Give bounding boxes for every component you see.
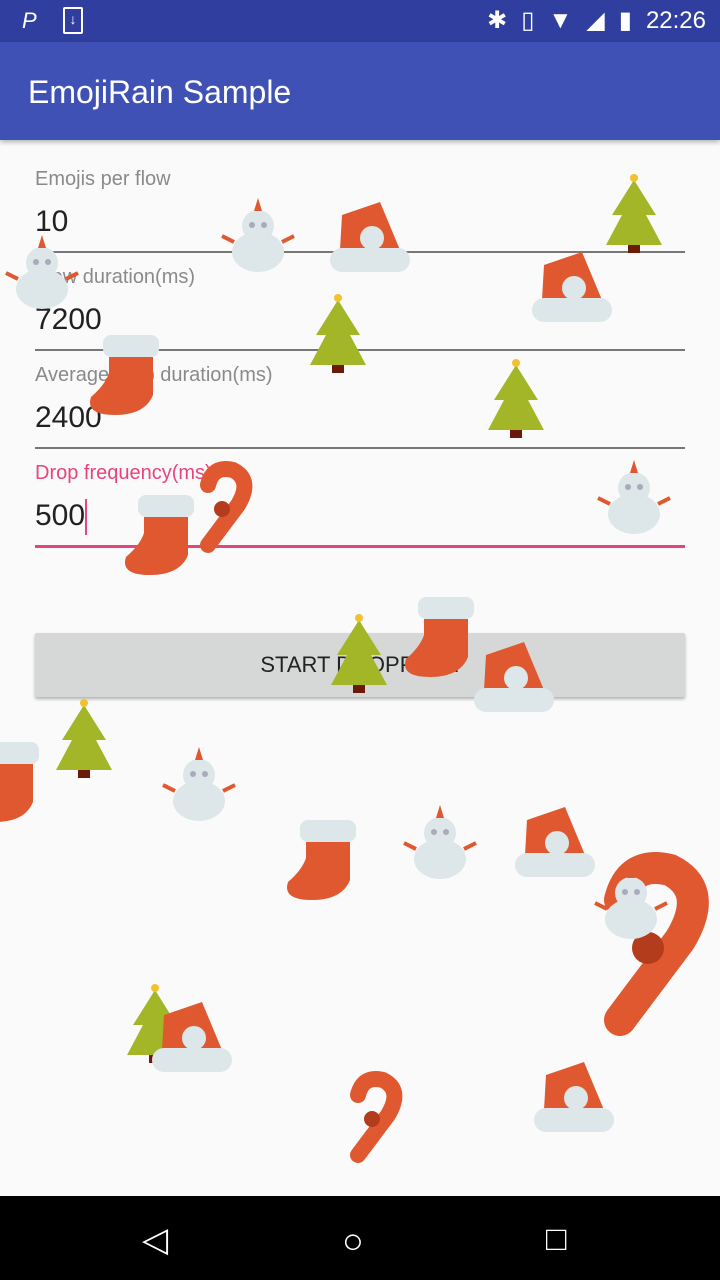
navigation-bar: ◁ ○ □: [0, 1196, 720, 1280]
app-title: EmojiRain Sample: [28, 74, 292, 110]
back-icon[interactable]: ◁: [142, 1220, 168, 1260]
app-bar: EmojiRain Sample: [0, 42, 720, 140]
recents-icon[interactable]: □: [546, 1220, 567, 1259]
emoji-rain-layer: [0, 174, 720, 1196]
home-icon[interactable]: ○: [342, 1220, 364, 1262]
